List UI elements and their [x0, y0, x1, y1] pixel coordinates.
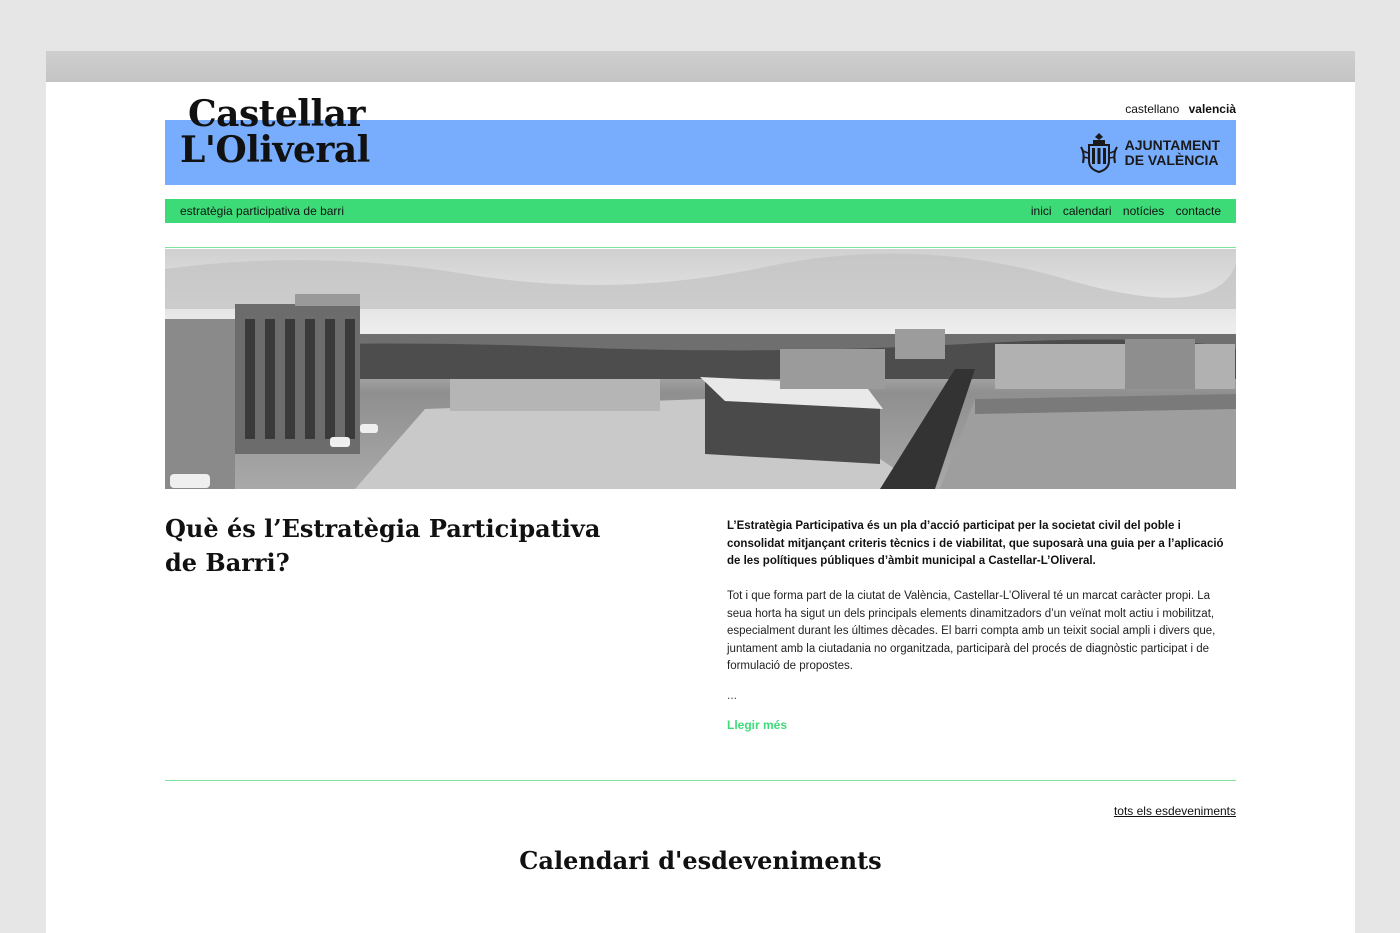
- lang-castellano-link[interactable]: castellano: [1125, 102, 1179, 116]
- ajuntament-text: AJUNTAMENT DE VALÈNCIA: [1125, 138, 1220, 168]
- lang-valencia-link[interactable]: valencià: [1189, 102, 1236, 116]
- ajuntament-line-2: DE VALÈNCIA: [1124, 152, 1219, 168]
- city-crest-icon: [1079, 133, 1118, 174]
- intro-lead-paragraph: L’Estratègia Participativa és un pla d’a…: [727, 520, 1224, 567]
- intro-ellipsis: ...: [727, 688, 738, 702]
- logo-line-2: L'Oliveral: [180, 129, 370, 171]
- language-switcher: castellano valencià: [1119, 102, 1236, 116]
- all-events-link[interactable]: tots els esdeveniments: [1114, 804, 1236, 818]
- browser-window: castellano valencià Castellar L'Oliveral…: [46, 51, 1355, 933]
- main-nav: estratègia participativa de barri inici …: [165, 199, 1236, 223]
- window-title-bar: [46, 51, 1355, 82]
- read-more-link[interactable]: Llegir més: [727, 718, 787, 732]
- ajuntament-logo[interactable]: AJUNTAMENT DE VALÈNCIA: [1079, 131, 1220, 175]
- panorama-illustration: [165, 249, 1236, 489]
- ajuntament-line-1: AJUNTAMENT: [1124, 137, 1220, 153]
- logo-line-1: Castellar: [188, 93, 365, 135]
- nav-item-noticies[interactable]: notícies: [1123, 204, 1164, 218]
- calendar-section-title: Calendari d'esdeveniments: [519, 846, 882, 875]
- nav-links: inici calendari notícies contacte: [1023, 204, 1221, 218]
- page-content: castellano valencià Castellar L'Oliveral…: [165, 82, 1236, 933]
- nav-item-contacte[interactable]: contacte: [1176, 204, 1221, 218]
- intro-title: Què és l’Estratègia Participativa de Bar…: [165, 514, 601, 577]
- divider-top: [165, 247, 1236, 248]
- nav-item-inici[interactable]: inici: [1031, 204, 1052, 218]
- divider-bottom: [165, 780, 1236, 781]
- site-tagline: estratègia participativa de barri: [180, 204, 345, 218]
- site-logo[interactable]: Castellar L'Oliveral: [180, 96, 370, 168]
- hero-panorama-image: [165, 249, 1236, 489]
- nav-item-calendari[interactable]: calendari: [1063, 204, 1112, 218]
- intro-body-paragraph: Tot i que forma part de la ciutat de Val…: [727, 590, 1216, 672]
